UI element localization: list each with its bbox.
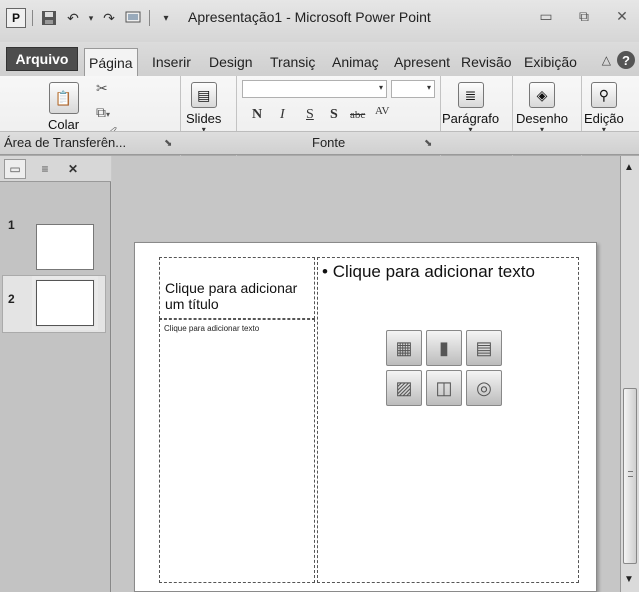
font-group-label: Fonte (312, 135, 346, 150)
content-placeholder-text: • Clique para adicionar texto (322, 262, 535, 281)
italic-button[interactable]: I (280, 107, 285, 123)
slides-panel: ▭ ≡ ✕ 1 2 (0, 156, 111, 592)
content-placeholder[interactable]: • Clique para adicionar texto ▦ ▮ ▤ ▨ ◫ … (317, 257, 579, 583)
close-panel-icon[interactable]: ✕ (62, 159, 84, 179)
clipboard-dialog-launcher-icon[interactable]: ⬊ (164, 138, 172, 149)
tab-inserir[interactable]: Inserir (148, 48, 195, 76)
slides-label: Slides (186, 111, 222, 126)
shapes-icon: ◈ (529, 82, 556, 108)
drawing-label: Desenho (516, 111, 569, 126)
bold-button[interactable]: N (252, 107, 262, 123)
quick-access-toolbar: P ↶ ▾ ↷ ▾ (6, 8, 176, 28)
clipboard-group-label: Área de Transferên... (4, 135, 127, 150)
font-name-combo[interactable]: ▾ (242, 80, 387, 98)
minimize-ribbon-icon[interactable]: △ (602, 53, 611, 67)
scrollbar-thumb[interactable] (623, 388, 637, 564)
qat-separator (32, 10, 33, 26)
tab-apresentacao[interactable]: Apresent (390, 48, 454, 76)
insert-clipart-icon[interactable]: ◫ (426, 370, 462, 406)
thumbnail-number: 2 (8, 292, 15, 306)
powerpoint-app-icon[interactable]: P (6, 8, 26, 28)
paragraph-icon: ≣ (457, 82, 484, 108)
slide-thumbnail-2[interactable] (32, 276, 98, 330)
clipboard-icon: 📋 (48, 82, 79, 114)
slide-thumbnail-1[interactable] (36, 224, 94, 270)
chevron-down-icon: ▾ (426, 83, 431, 92)
strikethrough-button[interactable]: abc (350, 109, 365, 121)
tab-transicoes[interactable]: Transiç (266, 48, 319, 76)
insert-chart-icon[interactable]: ▮ (426, 330, 462, 366)
paragraph-label: Parágrafo (442, 111, 500, 126)
tab-exibicao[interactable]: Exibição (520, 48, 581, 76)
insert-content-icons: ▦ ▮ ▤ ▨ ◫ ◎ (386, 330, 506, 410)
insert-table-icon[interactable]: ▦ (386, 330, 422, 366)
vertical-scrollbar[interactable]: ▲ ▼ (620, 156, 639, 592)
char-spacing-button[interactable]: AV (375, 105, 389, 117)
scrollbar-grip-icon (628, 471, 633, 477)
underline-button[interactable]: S (306, 107, 314, 123)
font-dialog-launcher-icon[interactable]: ⬊ (424, 138, 432, 149)
chevron-down-icon: ▾ (378, 83, 383, 92)
cut-icon[interactable]: ✂ (96, 80, 108, 97)
customize-qat-icon[interactable]: ▾ (156, 8, 176, 28)
tab-revisao[interactable]: Revisão (457, 48, 516, 76)
minimize-icon[interactable]: ▭ (537, 6, 555, 26)
close-icon[interactable]: ✕ (613, 6, 631, 26)
editing-label: Edição (584, 111, 624, 126)
undo-icon[interactable]: ↶ (63, 8, 83, 28)
shadow-button[interactable]: S (330, 107, 338, 123)
panel-tabs: ▭ ≡ ✕ (0, 156, 111, 182)
qat-separator (149, 10, 150, 26)
window-title: Apresentação1 - Microsoft Power Point (188, 9, 431, 25)
window-controls: ▭ ⧉ ✕ (537, 6, 631, 26)
current-slide[interactable]: Clique para adicionar um título Clique p… (134, 242, 597, 592)
redo-icon[interactable]: ↷ (99, 8, 119, 28)
drawing-button[interactable]: ◈ Desenho ▾ (516, 82, 568, 134)
insert-smartart-icon[interactable]: ▤ (466, 330, 502, 366)
scroll-up-icon[interactable]: ▲ (624, 162, 634, 173)
title-placeholder[interactable]: Clique para adicionar um título (159, 257, 315, 319)
restore-icon[interactable]: ⧉ (575, 6, 593, 26)
font-size-combo[interactable]: ▾ (391, 80, 435, 98)
editing-button[interactable]: ⚲ Edição ▾ (584, 82, 624, 134)
scroll-down-icon[interactable]: ▼ (624, 574, 634, 585)
outline-tab-icon[interactable]: ≡ (34, 159, 56, 179)
copy-icon[interactable]: ⧉▾ (96, 104, 110, 121)
insert-media-icon[interactable]: ◎ (466, 370, 502, 406)
title-placeholder-text: Clique para adicionar um título (165, 280, 298, 312)
content-placeholder-label: Clique para adicionar texto (332, 262, 535, 281)
slides-tab-icon[interactable]: ▭ (4, 159, 26, 179)
tab-arquivo[interactable]: Arquivo (6, 47, 78, 71)
save-icon[interactable] (39, 8, 59, 28)
tab-pagina[interactable]: Página (84, 48, 138, 76)
paragraph-button[interactable]: ≣ Parágrafo ▾ (442, 82, 499, 134)
paste-label: Colar (48, 117, 80, 132)
slideshow-icon[interactable] (123, 8, 143, 28)
tab-animacoes[interactable]: Animaç (328, 48, 383, 76)
binoculars-icon: ⚲ (590, 82, 617, 108)
thumbnail-number: 1 (8, 218, 15, 232)
new-slide-icon: ▤ (190, 82, 217, 108)
title-bar: P ↶ ▾ ↷ ▾ Apresentação1 - Microsoft Powe… (0, 0, 639, 42)
left-text-placeholder[interactable]: Clique para adicionar texto (159, 319, 315, 583)
ribbon-tab-bar: Arquivo Página Inserir Design Transiç An… (0, 42, 639, 76)
ribbon-right-icons: △ ? (602, 51, 635, 69)
slides-button[interactable]: ▤ Slides ▾ (186, 82, 221, 134)
tab-design[interactable]: Design (205, 48, 257, 76)
insert-picture-icon[interactable]: ▨ (386, 370, 422, 406)
ribbon-group-labels: Área de Transferên... ⬊ Fonte ⬊ (0, 131, 639, 155)
undo-dropdown-icon[interactable]: ▾ (87, 8, 95, 28)
left-text-placeholder-text: Clique para adicionar texto (164, 324, 260, 333)
help-icon[interactable]: ? (617, 51, 635, 69)
